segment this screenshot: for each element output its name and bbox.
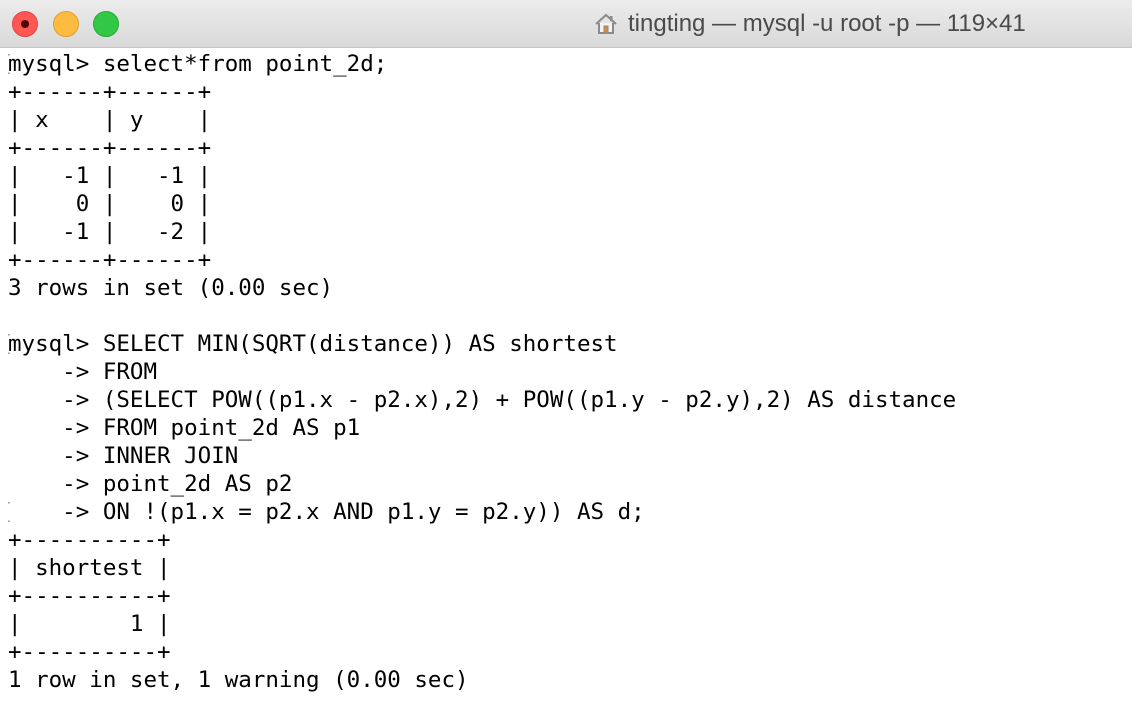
terminal-line-text: | x | y | [8,107,212,133]
terminal-line: [mysql> SELECT MIN(SQRT(distance)) AS sh… [8,330,1126,358]
terminal-line-text: mysql> select*from point_2d; [8,51,388,77]
terminal-line: | -1 | -2 | [8,218,1126,246]
terminal-line-text: -> FROM [8,359,158,385]
terminal-line-text: -> INNER JOIN [8,443,239,469]
terminal-line: -> (SELECT POW((p1.x - p2.x),2) + POW((p… [8,386,1126,414]
line-marker: [ [8,330,14,358]
title-bar[interactable]: tingting — mysql -u root -p — 119×41 [0,0,1132,48]
terminal-window: tingting — mysql -u root -p — 119×41 [my… [0,0,1132,724]
terminal-line: | shortest | [8,554,1126,582]
window-title: tingting — mysql -u root -p — 119×41 [594,10,1026,38]
terminal-line: | -1 | -1 | [8,162,1126,190]
terminal-line-text: +------+------+ [8,135,212,161]
terminal-line-text: mysql> SELECT MIN(SQRT(distance)) AS sho… [8,331,618,357]
close-button[interactable] [12,11,38,37]
terminal-line-text: | 1 | [8,611,171,637]
terminal-line-text: | -1 | -2 | [8,219,212,245]
terminal-line: +------+------+ [8,78,1126,106]
terminal-line: +----------+ [8,638,1126,666]
terminal-output[interactable]: [mysql> select*from point_2d;+------+---… [8,50,1126,720]
terminal-line-text: +----------+ [8,583,171,609]
terminal-line: -> FROM point_2d AS p1 [8,414,1126,442]
terminal-line: +----------+ [8,582,1126,610]
line-marker: [ [8,498,14,526]
terminal-line: -> INNER JOIN [8,442,1126,470]
terminal-line-text: -> (SELECT POW((p1.x - p2.x),2) + POW((p… [8,387,957,413]
terminal-line: | 1 | [8,610,1126,638]
terminal-line-text: 1 row in set, 1 warning (0.00 sec) [8,667,469,693]
home-icon [595,13,617,34]
minimize-button[interactable] [53,11,79,37]
terminal-line: -> FROM [8,358,1126,386]
terminal-line: [ -> ON !(p1.x = p2.x AND p1.y = p2.y)) … [8,498,1126,526]
terminal-line-text: | shortest | [8,555,171,581]
terminal-line: +------+------+ [8,246,1126,274]
maximize-button[interactable] [93,11,119,37]
terminal-line: 1 row in set, 1 warning (0.00 sec) [8,666,1126,694]
terminal-line-text: +------+------+ [8,247,212,273]
terminal-line: | x | y | [8,106,1126,134]
line-marker: [ [8,50,14,78]
terminal-line: +------+------+ [8,134,1126,162]
terminal-line: +----------+ [8,526,1126,554]
terminal-line: 3 rows in set (0.00 sec) [8,274,1126,302]
terminal-line-text: +----------+ [8,527,171,553]
terminal-line-text: +------+------+ [8,79,212,105]
terminal-line-text: -> ON !(p1.x = p2.x AND p1.y = p2.y)) AS… [8,499,645,525]
terminal-line: [mysql> select*from point_2d; [8,50,1126,78]
window-title-text: tingting — mysql -u root -p — 119×41 [628,10,1026,37]
terminal-line-text: -> FROM point_2d AS p1 [8,415,361,441]
terminal-line-text: +----------+ [8,639,171,665]
terminal-line-text: | -1 | -1 | [8,163,212,189]
terminal-line-text: -> point_2d AS p2 [8,471,293,497]
terminal-line-text: 3 rows in set (0.00 sec) [8,275,334,301]
terminal-line: | 0 | 0 | [8,190,1126,218]
terminal-line-text: | 0 | 0 | [8,191,212,217]
close-dot-icon [21,20,29,28]
terminal-line: -> point_2d AS p2 [8,470,1126,498]
